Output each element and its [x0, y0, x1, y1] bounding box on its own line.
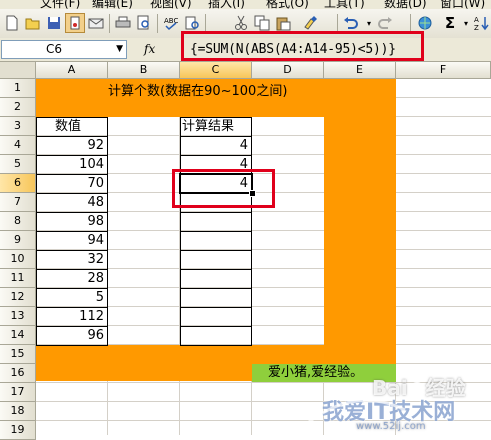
menu-edit[interactable]: 编辑(E) [92, 0, 133, 9]
name-box-value: C6 [46, 42, 63, 56]
value-cell-a6[interactable]: 70 [36, 174, 108, 194]
result-cell-c11[interactable] [180, 269, 252, 289]
row-header-3[interactable]: 3 [0, 117, 36, 136]
value-cell-a5[interactable]: 104 [36, 155, 108, 175]
row-header-4[interactable]: 4 [0, 136, 36, 155]
format-painter-icon[interactable] [300, 13, 320, 33]
copy-icon[interactable] [252, 13, 272, 33]
column-header-d[interactable]: D [252, 62, 324, 79]
result-cell-c14[interactable] [180, 326, 252, 346]
svg-text:Z: Z [474, 24, 479, 31]
result-cell-c12[interactable] [180, 288, 252, 308]
open-icon[interactable] [23, 13, 43, 33]
hyperlink-icon[interactable] [415, 13, 435, 33]
value-cell-a9[interactable]: 94 [36, 231, 108, 251]
row-header-11[interactable]: 11 [0, 269, 36, 288]
row-header-15[interactable]: 15 [0, 345, 36, 364]
result-cell-c8[interactable] [180, 212, 252, 232]
permission-icon[interactable] [65, 13, 85, 33]
value-cell-a10[interactable]: 32 [36, 250, 108, 270]
email-icon[interactable] [86, 13, 106, 33]
value-cell-a11[interactable]: 28 [36, 269, 108, 289]
value-cell-a7[interactable]: 48 [36, 193, 108, 213]
row-header-10[interactable]: 10 [0, 250, 36, 269]
menu-tools[interactable]: 工具(T) [324, 0, 365, 9]
menu-window[interactable]: 窗口(W) [440, 0, 485, 9]
sort-icon[interactable]: AZ [471, 13, 491, 33]
column-header-f[interactable]: F [396, 62, 491, 79]
row-header-7[interactable]: 7 [0, 193, 36, 212]
row-header-13[interactable]: 13 [0, 307, 36, 326]
print-icon[interactable] [113, 13, 133, 33]
column-header-b[interactable]: B [108, 62, 180, 79]
value-cell-a14[interactable]: 96 [36, 326, 108, 346]
row-header-16[interactable]: 16 [0, 364, 36, 383]
result-cell-c10[interactable] [180, 250, 252, 270]
redo-icon[interactable] [375, 13, 395, 33]
row-header-19[interactable]: 19 [0, 421, 36, 440]
paste-icon[interactable] [273, 13, 293, 33]
row-header-12[interactable]: 12 [0, 288, 36, 307]
new-icon[interactable] [2, 13, 22, 33]
sheet-title: 计算个数(数据在90~100之间) [108, 84, 288, 99]
row-header-17[interactable]: 17 [0, 383, 36, 402]
cut-icon[interactable] [231, 13, 251, 33]
print-preview-icon[interactable] [134, 13, 154, 33]
header-values[interactable]: 数值 [36, 117, 108, 137]
menu-bar: 文件(F) 编辑(E) 视图(V) 插入(I) 格式(O) 工具(T) 数据(D… [0, 0, 491, 9]
formula-highlight-box [181, 31, 424, 61]
column-header-c[interactable]: C [180, 62, 252, 79]
value-cell-a12[interactable]: 5 [36, 288, 108, 308]
research-icon[interactable] [182, 13, 202, 33]
fx-icon[interactable]: fx [144, 42, 155, 56]
column-header-e[interactable]: E [324, 62, 396, 79]
save-icon[interactable] [44, 13, 64, 33]
row-header-8[interactable]: 8 [0, 212, 36, 231]
result-cell-c9[interactable] [180, 231, 252, 251]
row-header-1[interactable]: 1 [0, 79, 36, 98]
menu-file[interactable]: 文件(F) [40, 0, 80, 9]
header-result[interactable]: 计算结果 [180, 117, 252, 137]
result-cell-c13[interactable] [180, 307, 252, 327]
menu-data[interactable]: 数据(D) [384, 0, 427, 9]
svg-text:A: A [474, 16, 479, 24]
name-box[interactable]: C6 ▼ [1, 40, 127, 59]
value-cell-a4[interactable]: 92 [36, 136, 108, 156]
row-header-2[interactable]: 2 [0, 98, 36, 117]
row-header-6[interactable]: 6 [0, 174, 36, 193]
row-header-9[interactable]: 9 [0, 231, 36, 250]
result-cell-c4[interactable]: 4 [180, 136, 252, 156]
watermark-swoosh [304, 398, 406, 427]
menu-insert[interactable]: 插入(I) [208, 0, 245, 9]
row-header-5[interactable]: 5 [0, 155, 36, 174]
value-cell-a8[interactable]: 98 [36, 212, 108, 232]
menu-view[interactable]: 视图(V) [150, 0, 192, 9]
value-cell-a13[interactable]: 112 [36, 307, 108, 327]
cell-highlight-box [172, 169, 275, 208]
select-all-corner[interactable] [0, 62, 36, 79]
column-header-a[interactable]: A [36, 62, 108, 79]
row-header-14[interactable]: 14 [0, 326, 36, 345]
row-header-18[interactable]: 18 [0, 402, 36, 421]
undo-icon[interactable] [341, 13, 361, 33]
spelling-icon[interactable]: ABC [161, 13, 181, 33]
name-box-dropdown-icon[interactable]: ▼ [116, 41, 123, 58]
menu-format[interactable]: 格式(O) [266, 0, 309, 9]
svg-text:ABC: ABC [164, 17, 178, 25]
